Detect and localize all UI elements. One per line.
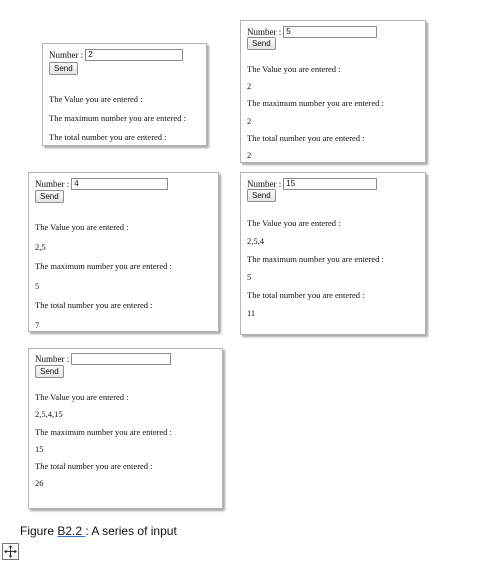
value-list: 2,5,4,15: [35, 409, 63, 419]
total-heading: The total number you are entered :: [247, 290, 365, 300]
max-heading: The maximum number you are entered :: [35, 261, 172, 271]
send-button[interactable]: Send: [247, 37, 276, 50]
move-arrows-icon[interactable]: [2, 543, 19, 560]
value-heading: The Value you are entered :: [35, 222, 129, 232]
send-button[interactable]: Send: [35, 190, 64, 203]
input-panel-3: Number :4 Send The Value you are entered…: [28, 172, 219, 332]
value-list: 2,5: [35, 242, 46, 252]
max-heading: The maximum number you are entered :: [247, 254, 384, 264]
total-heading: The total number you are entered :: [49, 132, 167, 142]
max-value: 5: [35, 281, 40, 291]
value-list: 2,5,4: [247, 236, 264, 246]
number-label: Number :: [247, 179, 282, 189]
number-input[interactable]: 15: [283, 178, 378, 190]
number-input[interactable]: 5: [283, 26, 378, 38]
send-button[interactable]: Send: [49, 62, 78, 75]
max-value: 15: [35, 444, 44, 454]
total-heading: The total number you are entered :: [247, 133, 365, 143]
number-row: Number :2: [49, 49, 184, 61]
value-heading: The Value you are entered :: [35, 392, 129, 402]
number-row: Number :4: [35, 178, 169, 190]
max-heading: The maximum number you are entered :: [49, 113, 186, 123]
number-row: Number :: [35, 353, 172, 365]
caption-figure-number[interactable]: B2.2: [57, 524, 85, 538]
number-label: Number :: [49, 50, 84, 60]
value-list: 2: [247, 81, 252, 91]
move-arrows-glyph: [4, 545, 17, 558]
caption-prefix: Figure: [20, 524, 58, 538]
max-heading: The maximum number you are entered :: [247, 98, 384, 108]
number-input[interactable]: 2: [85, 49, 184, 61]
number-input[interactable]: 4: [71, 178, 169, 190]
send-button[interactable]: Send: [247, 189, 276, 202]
send-button[interactable]: Send: [35, 365, 64, 378]
total-value: 11: [247, 308, 256, 318]
number-label: Number :: [35, 354, 70, 364]
input-panel-5: Number : Send The Value you are entered …: [28, 348, 223, 509]
max-heading: The maximum number you are entered :: [35, 427, 172, 437]
number-label: Number :: [35, 179, 70, 189]
input-panel-2: Number :5 Send The Value you are entered…: [240, 20, 426, 163]
value-heading: The Value you are entered :: [49, 94, 143, 104]
max-value: 5: [247, 272, 252, 282]
number-input[interactable]: [71, 353, 172, 365]
total-value: 2: [247, 150, 252, 160]
figure-caption: Figure B2.2 : A series of input: [20, 524, 177, 538]
value-heading: The Value you are entered :: [247, 218, 341, 228]
value-heading: The Value you are entered :: [247, 64, 341, 74]
total-value: 7: [35, 320, 40, 330]
total-value: 26: [35, 478, 44, 488]
max-value: 2: [247, 116, 252, 126]
input-panel-4: Number :15 Send The Value you are entere…: [240, 172, 426, 335]
caption-text: A series of input: [88, 524, 177, 538]
number-label: Number :: [247, 27, 282, 37]
input-panel-1: Number :2 Send The Value you are entered…: [42, 43, 207, 146]
total-heading: The total number you are entered :: [35, 461, 153, 471]
total-heading: The total number you are entered :: [35, 300, 153, 310]
